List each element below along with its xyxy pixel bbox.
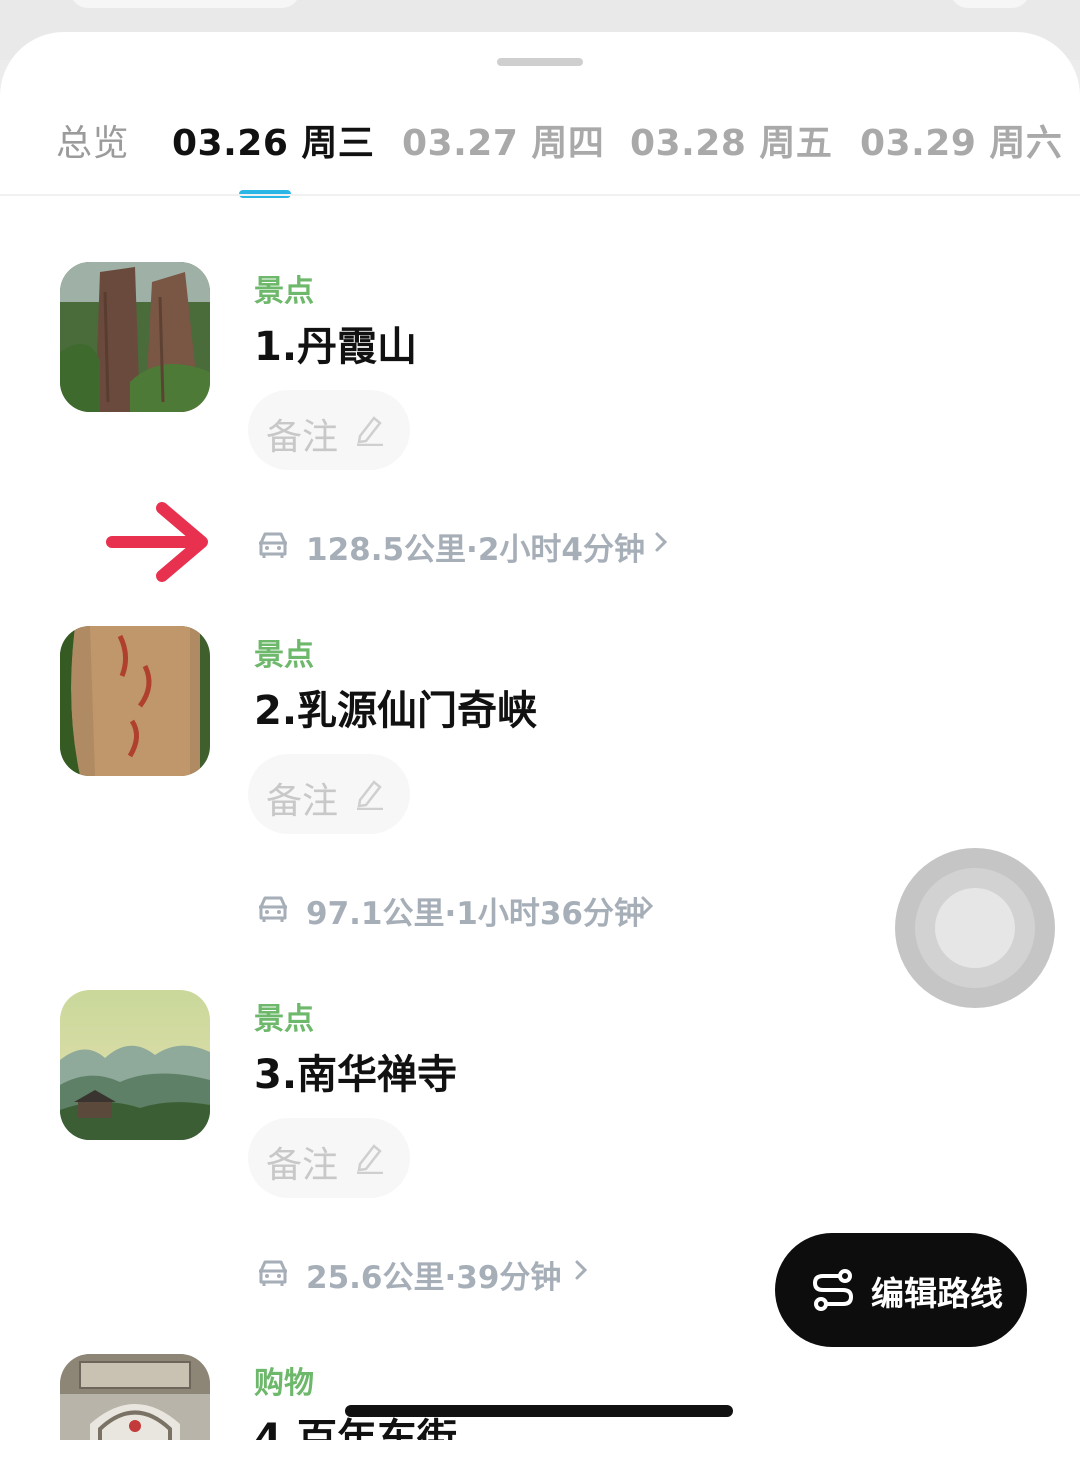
edit-route-button[interactable]: 编辑路线: [775, 1233, 1027, 1347]
note-button[interactable]: 备注: [248, 390, 410, 470]
car-icon: [259, 1260, 287, 1286]
day-tabs: 总览 03.26 周三 03.27 周四 03.28 周五 03.29 周六: [0, 104, 1080, 194]
tab-day-0326[interactable]: 03.26 周三: [172, 114, 374, 166]
route-segment[interactable]: 128.5公里·2小时4分钟: [256, 524, 676, 568]
danxia-mountain-photo[interactable]: [60, 262, 210, 412]
route-distance-time: 128.5公里·2小时4分钟: [306, 532, 645, 568]
chevron-right-icon: [575, 1260, 588, 1280]
assistive-touch-ring: [915, 868, 1035, 988]
home-indicator[interactable]: [345, 1405, 733, 1417]
poi-title[interactable]: 2.乳源仙门奇峡: [254, 678, 537, 736]
canyon-rock-inscription-photo[interactable]: [60, 626, 210, 776]
poi-title[interactable]: 1.丹霞山: [254, 314, 417, 372]
note-label: 备注: [266, 781, 339, 822]
tab-day-0328[interactable]: 03.28 周五: [630, 114, 832, 166]
list-item[interactable]: 景点 1.丹霞山 备注: [0, 262, 1080, 470]
note-button[interactable]: 备注: [248, 1118, 410, 1198]
route-segment[interactable]: 97.1公里·1小时36分钟: [256, 888, 676, 932]
sheet-grabber[interactable]: [497, 58, 583, 66]
assistive-touch-core: [935, 888, 1015, 968]
assistive-touch-button[interactable]: [895, 848, 1055, 1008]
category-label: 景点: [254, 274, 314, 309]
car-icon: [259, 896, 287, 922]
chevron-right-icon: [641, 896, 654, 916]
category-label: 景点: [254, 1002, 314, 1037]
list-item[interactable]: 购物 4.百年东街: [0, 1354, 1080, 1440]
edit-pencil-icon: [357, 1144, 383, 1174]
edit-route-label: 编辑路线: [871, 1274, 1003, 1313]
note-label: 备注: [266, 1145, 339, 1186]
map-control-pill[interactable]: [950, 0, 1030, 8]
tabs-divider: [0, 194, 1080, 196]
note-label: 备注: [266, 417, 339, 458]
old-street-gate-photo[interactable]: [60, 1354, 210, 1440]
tab-overview[interactable]: 总览: [56, 114, 129, 166]
list-item[interactable]: 景点 3.南华禅寺 备注: [0, 990, 1080, 1198]
chevron-right-icon: [655, 532, 668, 552]
route-distance-time: 25.6公里·39分钟: [306, 1260, 562, 1296]
category-label: 购物: [254, 1366, 314, 1401]
edit-pencil-icon: [357, 416, 383, 446]
poi-title[interactable]: 3.南华禅寺: [254, 1042, 457, 1100]
list-item[interactable]: 景点 2.乳源仙门奇峡 备注: [0, 626, 1080, 834]
misty-mountains-temple-photo[interactable]: [60, 990, 210, 1140]
route-segment[interactable]: 25.6公里·39分钟: [256, 1252, 616, 1296]
edit-pencil-icon: [357, 780, 383, 810]
tab-day-0329[interactable]: 03.29 周六: [860, 114, 1062, 166]
category-label: 景点: [254, 638, 314, 673]
map-search-pill[interactable]: [70, 0, 300, 8]
red-arrow-icon: [106, 502, 208, 582]
route-distance-time: 97.1公里·1小时36分钟: [306, 896, 645, 932]
car-icon: [259, 532, 287, 558]
note-button[interactable]: 备注: [248, 754, 410, 834]
route-icon: [812, 1269, 854, 1311]
tab-day-0327[interactable]: 03.27 周四: [402, 114, 604, 166]
